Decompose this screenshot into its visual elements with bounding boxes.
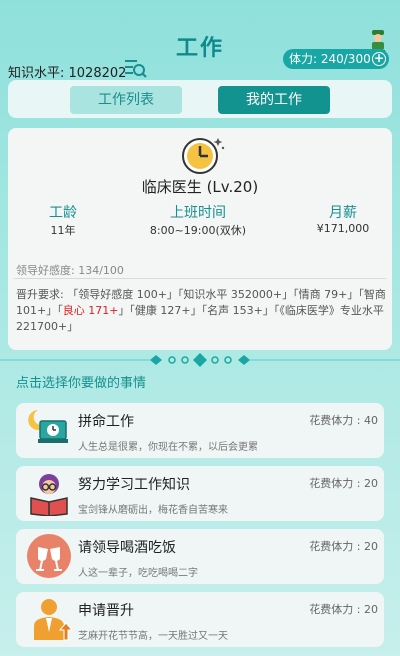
- task-desc: 人这一辈子，吃吃喝喝二字: [78, 568, 198, 579]
- task-card-treat-leader[interactable]: 请领导喝酒吃饭 花费体力 : 20 人这一辈子，吃吃喝喝二字: [16, 529, 384, 584]
- tab-bar: 工作列表 我的工作: [8, 80, 392, 118]
- task-desc: 人生总是很累，你现在不累，以后会更累: [78, 442, 258, 453]
- section-title: 点击选择你要做的事情: [16, 376, 147, 391]
- task-card-study[interactable]: 努力学习工作知识 花费体力 : 20 宝剑锋从磨砺出，梅花香自苦寒来: [16, 466, 384, 521]
- seniority-value: 11年: [50, 224, 76, 237]
- task-card-work-hard[interactable]: 拼命工作 花费体力 : 40 人生总是很累，你现在不累，以后会更累: [16, 403, 384, 458]
- ornament-divider: [0, 353, 400, 367]
- study-icon: [30, 474, 68, 516]
- work-hours-label: 上班时间: [170, 205, 226, 221]
- task-cost: 花费体力 : 40: [309, 414, 378, 427]
- stamina-text: 体力: 240/300: [289, 52, 371, 66]
- task-name: 请领导喝酒吃饭: [78, 540, 176, 556]
- task-desc: 芝麻开花节节高，一天胜过又一天: [78, 631, 228, 642]
- task-cost: 花费体力 : 20: [309, 540, 378, 553]
- promotion-icon: [34, 599, 72, 641]
- salary-value: ¥171,000: [316, 222, 370, 235]
- job-title: 临床医生 (Lv.20): [141, 178, 259, 196]
- tab-job-list[interactable]: 工作列表: [70, 86, 182, 114]
- task-name: 努力学习工作知识: [78, 477, 190, 493]
- add-stamina-button[interactable]: +: [372, 52, 386, 66]
- leader-favor: 领导好感度: 134/100: [16, 264, 124, 277]
- task-cost: 花费体力 : 20: [309, 603, 378, 616]
- stamina-badge: 体力: 240/300 +: [283, 49, 389, 69]
- task-name: 拼命工作: [78, 414, 134, 430]
- task-cost: 花费体力 : 20: [309, 477, 378, 490]
- task-card-promotion[interactable]: 申请晋升 花费体力 : 20 芝麻开花节节高，一天胜过又一天: [16, 592, 384, 647]
- knowledge-level: 知识水平: 1028202: [8, 66, 127, 81]
- header: 工作 体力: 240/300 + 知识水平: 1028202: [0, 0, 400, 81]
- divider: [14, 278, 386, 279]
- tab-my-job[interactable]: 我的工作: [218, 86, 330, 114]
- job-card: 临床医生 (Lv.20) 工龄 11年 上班时间 8:00~19:00(双休) …: [8, 128, 392, 350]
- list-search-icon[interactable]: [124, 57, 148, 79]
- salary-label: 月薪: [329, 205, 357, 221]
- task-desc: 宝剑锋从磨砺出，梅花香自苦寒来: [78, 505, 228, 516]
- task-name: 申请晋升: [78, 603, 134, 619]
- clock-icon: [182, 138, 225, 174]
- promotion-requirements: 晋升要求: 「领导好感度 100+」「知识水平 352000+」「情商 79+」…: [16, 287, 386, 335]
- cheers-icon: [27, 534, 71, 578]
- promotion-conscience-req: 良心 171+: [62, 304, 119, 317]
- work-hours-value: 8:00~19:00(双休): [149, 224, 247, 237]
- seniority-label: 工龄: [49, 205, 77, 221]
- night-work-icon: [28, 410, 68, 443]
